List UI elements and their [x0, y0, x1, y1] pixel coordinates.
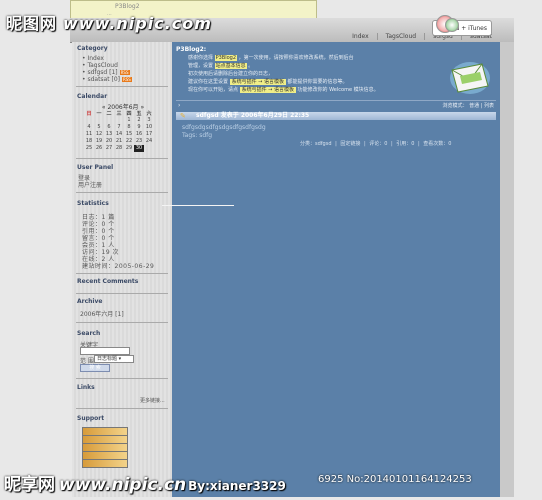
post-footer: 分类：sdfgsd | 固定链接 | 评论：0 | 引用：0 | 查看次数：0 — [300, 141, 452, 147]
view-mode-list[interactable]: 列表 — [484, 103, 494, 109]
intro-line: 初次使用后请删除后台建立你的日志， — [188, 71, 274, 77]
bottom-watermark: 昵享网 www.nipic.cn By:xianer3329 — [4, 470, 286, 495]
category-item-sdfgsd[interactable]: • sdfgsd [1] RSS — [82, 69, 130, 76]
calendar-week: 4 5 6 7 8 9 10 — [87, 124, 153, 130]
main-content: P3Blog2: 感谢你选择 P3Blog2 ，第一次使用，请按照你喜欢修改系统… — [172, 42, 500, 497]
ipod-logo: iPod + iTunes — [432, 15, 492, 36]
top-watermark: 昵图网 www.nipic.com — [6, 10, 212, 34]
pencil-icon: ✎ — [180, 112, 186, 120]
intro-highlight[interactable]: 系统与插件 → 语言模板 — [229, 79, 286, 85]
divider — [76, 293, 168, 294]
calendar-title: Calendar — [77, 93, 108, 100]
more-links[interactable]: 更多链接... — [140, 397, 165, 404]
sidebar: Category • Index • TagsCloud • sdfgsd [1… — [72, 42, 173, 497]
banner-title: P3Blog2 — [115, 3, 140, 10]
post-body: sdfgsdgsdfgsdgsdfgsdfgsdg — [182, 124, 266, 131]
view-mode: 浏览模式： 普通 | 列表 — [442, 103, 494, 109]
divider — [76, 86, 168, 87]
envelope-icon — [450, 62, 490, 94]
rss-badge[interactable]: RSS — [121, 77, 132, 82]
calendar-week: 25 26 27 28 29 30 — [85, 145, 144, 152]
search-button[interactable]: 搜 索 — [80, 364, 110, 372]
calendar-week: 11 12 13 14 15 16 17 — [85, 131, 153, 137]
intro-highlight[interactable]: 系统与插件 → 语言模板 — [230, 79, 285, 85]
intro-highlight[interactable]: 站点基本信息 — [214, 63, 247, 69]
divider — [162, 205, 234, 206]
category-item-tagscloud[interactable]: • TagsCloud — [82, 62, 118, 69]
rss-badge[interactable]: RSS — [119, 70, 130, 75]
intro-line: 现在你可以开始，请点 系统与插件 → 语言模板 功能修改你的 Welcome 模… — [188, 87, 379, 93]
watermark-brand: 昵享网 — [4, 475, 55, 495]
search-range-select[interactable]: 日志标题 ▾ — [94, 355, 134, 363]
intro-line: 管理，设置 站点基本信息 。 — [188, 63, 254, 69]
divider — [76, 378, 168, 379]
intro-highlight[interactable]: 系统与插件 → 语言模板 — [240, 87, 295, 93]
calendar-today[interactable]: 30 — [134, 145, 144, 152]
calendar-week: 18 19 20 21 22 23 24 — [85, 138, 153, 144]
divider — [76, 408, 168, 409]
category-item-index[interactable]: • Index — [82, 55, 104, 62]
register-link[interactable]: 用户注册 — [78, 180, 102, 189]
intro-line: 建议你在这里设置 系统与插件 → 语言模板 都能提供你需要的信息等。 — [188, 79, 348, 85]
support-title: Support — [77, 415, 105, 422]
post-tags[interactable]: Tags: sdfg — [182, 132, 212, 139]
divider — [76, 192, 168, 193]
calendar-week: 123 — [127, 117, 151, 123]
search-title: Search — [77, 330, 101, 337]
category-item-sdatsat[interactable]: • sdatsat [0] RSS — [82, 76, 132, 83]
intro-title: P3Blog2: — [176, 46, 207, 53]
intro-highlight[interactable]: 系统与插件 → 语言模板 — [239, 87, 296, 93]
links-title: Links — [77, 384, 95, 391]
watermark-author: By:xianer3329 — [188, 479, 286, 493]
nav-tagscloud[interactable]: TagsCloud — [376, 33, 424, 40]
archive-title: Archive — [77, 298, 103, 305]
recent-comments-title: Recent Comments — [77, 278, 139, 285]
ipod-circle-icon — [445, 18, 459, 32]
right-gutter — [500, 42, 514, 497]
intro-highlight[interactable]: P3Blog2 — [214, 55, 238, 61]
intro-text: 感谢你选择 P3Blog2 ，第一次使用，请按照你喜欢修改系统，然后到后台 管理… — [188, 54, 448, 94]
calendar-grid: 日 一 二 三 四 五 六 123 4 5 6 7 8 9 10 11 12 13 14 15 16 1… — [84, 110, 154, 152]
divider — [76, 158, 168, 159]
archive-item[interactable]: 2006年六月 [1] — [80, 309, 124, 318]
statistics-title: Statistics — [77, 200, 109, 207]
divider — [76, 322, 168, 323]
user-panel-title: User Panel — [77, 164, 114, 171]
category-title: Category — [77, 45, 108, 52]
intro-line: 感谢你选择 P3Blog2 ，第一次使用，请按照你喜欢修改系统，然后到后台 — [188, 55, 354, 61]
divider — [176, 100, 496, 101]
view-mode-normal[interactable]: 普通 — [469, 103, 479, 109]
stat-row: 建站时间：2005-06-29 — [82, 263, 155, 270]
watermark-url: www.nipic.com — [63, 14, 212, 33]
support-badge[interactable] — [82, 459, 128, 468]
post-title-bar[interactable]: ✎ sdfgsd 发表于 2006年6月29日 22:35 — [176, 112, 496, 120]
nav-index[interactable]: Index — [344, 33, 377, 40]
calendar-weekdays: 日 一 二 三 四 五 六 — [86, 111, 152, 117]
search-input[interactable] — [80, 347, 130, 355]
watermark-brand: 昵图网 — [6, 14, 58, 33]
watermark-number: 6925 No:20140101164124253 — [318, 474, 472, 485]
divider — [76, 273, 168, 274]
post-title[interactable]: sdfgsd 发表于 2006年6月29日 22:35 — [196, 112, 309, 120]
watermark-url: www.nipic.cn — [59, 475, 187, 495]
bar-marker: › — [178, 102, 181, 109]
